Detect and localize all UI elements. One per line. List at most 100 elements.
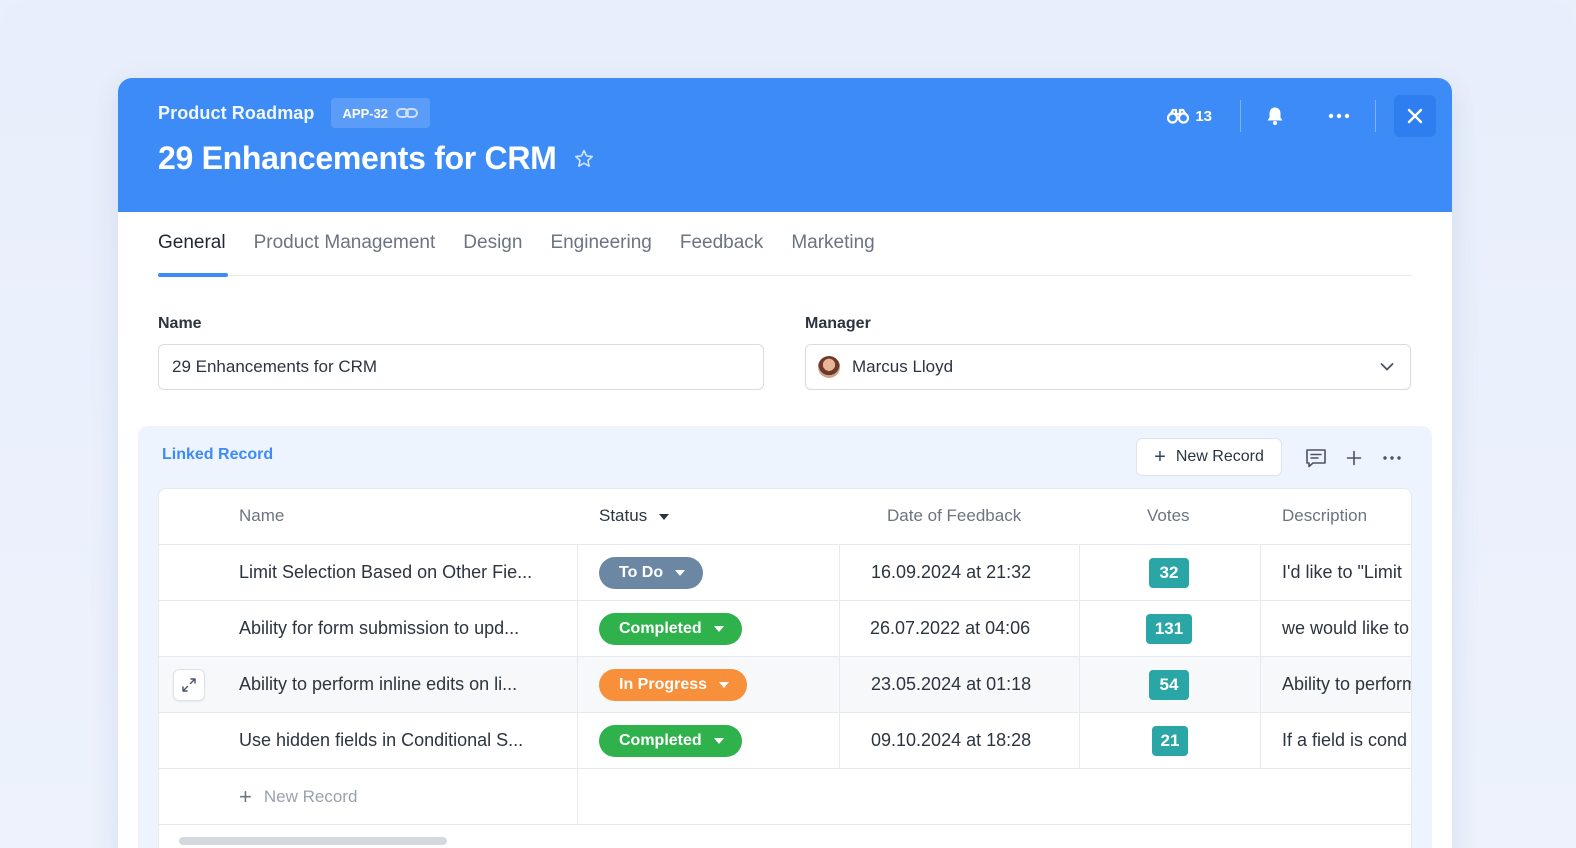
column-header-votes[interactable]: Votes [1147, 506, 1190, 526]
row-date[interactable]: 16.09.2024 at 21:32 [871, 545, 1031, 600]
tab-general[interactable]: General [158, 228, 228, 277]
more-dots-icon [1383, 456, 1401, 460]
column-divider [1260, 601, 1261, 657]
app-id-badge[interactable]: APP-32 [330, 98, 431, 128]
row-name[interactable]: Use hidden fields in Conditional S... [239, 713, 569, 768]
modal-header: Product Roadmap APP-32 29 Enhancements f… [118, 78, 1452, 212]
column-divider [839, 713, 840, 769]
horizontal-scrollbar[interactable] [179, 837, 447, 845]
tab-product-management[interactable]: Product Management [254, 228, 436, 276]
tab-feedback[interactable]: Feedback [680, 228, 763, 276]
manager-select[interactable]: Marcus Lloyd [805, 344, 1411, 390]
add-record-row[interactable]: + New Record [159, 769, 1411, 825]
page-title: 29 Enhancements for CRM [158, 140, 557, 176]
row-date[interactable]: 26.07.2022 at 04:06 [870, 601, 1030, 656]
link-icon [396, 108, 419, 118]
status-label: Completed [619, 731, 702, 749]
sort-caret-icon [659, 513, 670, 520]
status-label: To Do [619, 563, 664, 581]
status-badge[interactable]: Completed [599, 612, 742, 645]
row-status[interactable]: Completed [599, 713, 742, 768]
new-record-label: New Record [1175, 448, 1264, 465]
row-status[interactable]: In Progress [599, 657, 748, 712]
caret-down-icon [719, 681, 730, 688]
row-name[interactable]: Ability for form submission to upd... [239, 601, 569, 656]
caret-down-icon [675, 569, 686, 576]
votes-badge: 32 [1149, 557, 1189, 588]
divider [1240, 100, 1241, 132]
votes-badge: 54 [1149, 669, 1189, 700]
comment-icon [1306, 449, 1326, 468]
row-name[interactable]: Limit Selection Based on Other Fie... [239, 545, 569, 600]
row-description[interactable]: Ability to perform [1282, 657, 1411, 712]
app-id-label: APP-32 [342, 105, 389, 121]
manager-value: Marcus Lloyd [852, 357, 954, 376]
caret-down-icon [713, 625, 724, 632]
column-header-status-label: Status [599, 506, 648, 525]
row-description[interactable]: we would like to [1282, 601, 1411, 656]
row-date[interactable]: 23.05.2024 at 01:18 [871, 657, 1031, 712]
divider [1375, 100, 1376, 132]
linked-record-title[interactable]: Linked Record [162, 446, 273, 464]
row-votes[interactable]: 21 [1152, 713, 1188, 768]
more-options-button[interactable] [1319, 96, 1359, 136]
chevron-down-icon [1380, 363, 1394, 371]
linked-record-section: Linked Record + New Record Name Status D… [138, 426, 1432, 848]
tab-design[interactable]: Design [463, 228, 522, 276]
column-header-date[interactable]: Date of Feedback [887, 506, 1021, 526]
watchers-count: 13 [1195, 107, 1212, 125]
name-label: Name [158, 315, 202, 332]
table-row[interactable]: Use hidden fields in Conditional S... Co… [159, 713, 1411, 769]
comments-button[interactable] [1304, 446, 1328, 470]
name-field[interactable]: 29 Enhancements for CRM [158, 344, 764, 390]
binoculars-icon [1167, 108, 1190, 124]
row-name[interactable]: Ability to perform inline edits on li... [239, 657, 569, 712]
column-header-name[interactable]: Name [239, 506, 284, 526]
add-record-label-wrap[interactable]: + New Record [239, 769, 357, 824]
column-divider [1260, 713, 1261, 769]
status-badge[interactable]: In Progress [599, 668, 748, 701]
column-header-status[interactable]: Status [599, 506, 670, 526]
title-row: 29 Enhancements for CRM [158, 140, 595, 177]
expand-row-button[interactable] [173, 669, 205, 701]
column-divider [839, 545, 840, 601]
bell-icon [1267, 107, 1283, 125]
project-name[interactable]: Product Roadmap [158, 103, 315, 124]
caret-down-icon [713, 737, 724, 744]
linked-records-table: Name Status Date of Feedback Votes Descr… [158, 488, 1412, 848]
table-row[interactable]: Ability to perform inline edits on li...… [159, 657, 1411, 713]
row-status[interactable]: Completed [599, 601, 742, 656]
column-header-description[interactable]: Description [1282, 506, 1367, 526]
watchers-button[interactable]: 13 [1167, 108, 1212, 125]
tab-engineering[interactable]: Engineering [550, 228, 651, 276]
row-description[interactable]: I'd like to "Limit [1282, 545, 1411, 600]
tab-marketing[interactable]: Marketing [791, 228, 874, 276]
column-divider [577, 769, 578, 825]
column-divider [577, 713, 578, 769]
breadcrumb: Product Roadmap APP-32 [158, 98, 431, 128]
column-divider [1079, 601, 1080, 657]
linked-more-button[interactable] [1380, 446, 1404, 470]
add-record-label: New Record [263, 786, 358, 806]
record-modal: Product Roadmap APP-32 29 Enhancements f… [118, 78, 1452, 848]
row-votes[interactable]: 54 [1149, 657, 1189, 712]
new-record-button[interactable]: + New Record [1136, 438, 1282, 476]
star-icon[interactable] [573, 148, 595, 170]
close-button[interactable] [1394, 95, 1436, 137]
status-badge[interactable]: To Do [599, 556, 704, 589]
table-row[interactable]: Limit Selection Based on Other Fie... To… [159, 545, 1411, 601]
status-badge[interactable]: Completed [599, 724, 742, 757]
row-votes[interactable]: 32 [1149, 545, 1189, 600]
votes-badge: 21 [1152, 725, 1188, 756]
status-label: Completed [619, 619, 702, 637]
row-date[interactable]: 09.10.2024 at 18:28 [871, 713, 1031, 768]
column-divider [839, 657, 840, 713]
notifications-button[interactable] [1255, 96, 1295, 136]
add-button[interactable] [1342, 446, 1366, 470]
manager-label: Manager [805, 315, 871, 332]
more-dots-icon [1328, 113, 1350, 119]
table-row[interactable]: Ability for form submission to upd... Co… [159, 601, 1411, 657]
row-status[interactable]: To Do [599, 545, 704, 600]
row-description[interactable]: If a field is cond [1282, 713, 1411, 768]
row-votes[interactable]: 131 [1146, 601, 1192, 656]
